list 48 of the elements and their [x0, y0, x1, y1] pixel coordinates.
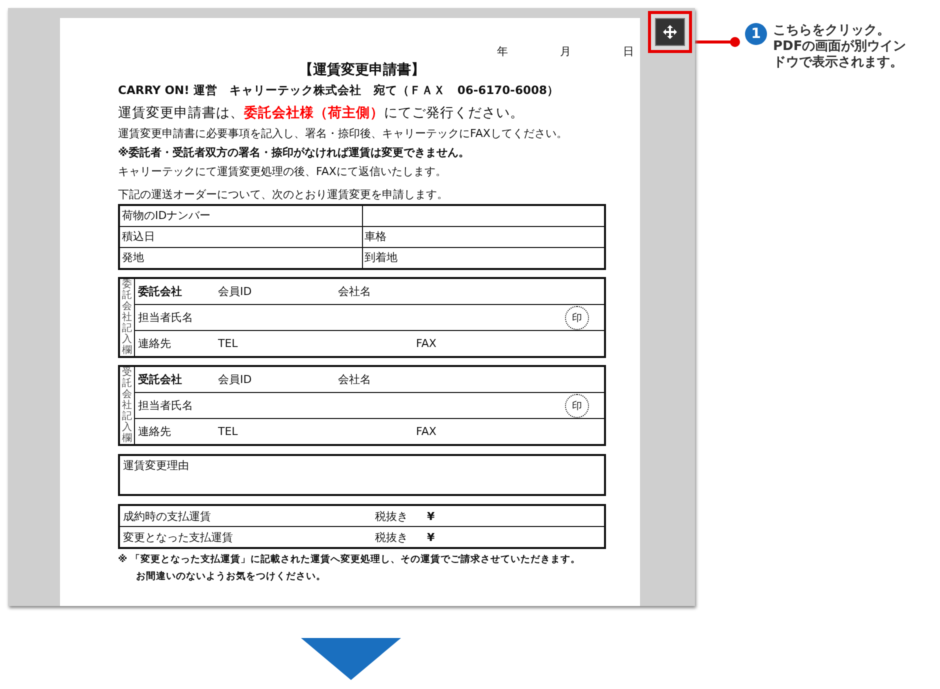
lead-sentence: 運賃変更申請書は、委託会社様（荷主側）にてご発行ください。 — [118, 104, 525, 122]
field-label: 成約時の支払運賃 — [123, 508, 212, 524]
intro-sentence: 下記の運送オーダーについて、次のとおり運賃変更を申請します。 — [118, 187, 449, 202]
field-label: 会員ID — [218, 372, 253, 387]
field-label: TEL — [218, 337, 239, 350]
date-label: 月 — [560, 44, 571, 59]
field-label: 会社名 — [338, 284, 371, 299]
field-label: 会員ID — [218, 284, 253, 299]
move-arrows-icon — [663, 25, 677, 39]
role-label: 受託会社 — [138, 372, 183, 387]
field-label: 税抜き — [375, 508, 409, 524]
field-label: 会社名 — [338, 372, 371, 387]
popout-button[interactable] — [655, 18, 685, 46]
addressee-line: CARRY ON! 運営 キャリーテック株式会社 宛て（ＦＡＸ 06-6170-6008） — [118, 83, 560, 98]
note-line: お間違いのないようお気をつけください。 — [135, 570, 327, 583]
instruction-line: ※委託者・受託者双方の署名・捺印がなければ運賃は変更できません。 — [118, 145, 471, 160]
table-cell-text: 荷物のIDナンバー — [121, 208, 212, 224]
field-label: TEL — [218, 425, 239, 438]
down-triangle-icon — [301, 638, 401, 680]
table-cell-text: 発地 — [121, 250, 145, 266]
field-label: 変更となった支払運賃 — [123, 530, 234, 544]
field-label: 担当者氏名 — [138, 310, 194, 325]
table-cell: 到着地 — [362, 248, 604, 268]
field-label: FAX — [416, 425, 436, 438]
role-label: 委託会社 — [138, 284, 183, 299]
note-line: ※ 「変更となった支払運賃」に記載された運賃へ変更処理し、その運賃でご請求させていただきます。 — [118, 553, 582, 566]
instruction-line: キャリーテックにて運賃変更処理の後、FAXにて返信いたします。 — [118, 164, 448, 179]
leader-line — [695, 37, 741, 47]
field-label: 担当者氏名 — [138, 398, 194, 413]
date-label: 年 — [497, 44, 508, 59]
side-label: 委託会社記入欄 — [120, 279, 135, 356]
currency-label: ¥ — [427, 530, 435, 544]
seal-mark: 印 — [565, 306, 589, 330]
currency-label: ¥ — [427, 510, 435, 522]
side-label: 受託会社記入欄 — [120, 367, 135, 444]
document-title: 【運賃変更申請書】 — [298, 61, 426, 79]
field-label: 運賃変更理由 — [123, 459, 189, 472]
field-label: 税抜き — [375, 530, 409, 544]
field-label: 連絡先 — [138, 424, 172, 439]
table-cell: 車格 — [362, 227, 604, 247]
step-number-badge: 1 — [745, 23, 767, 45]
field-label: FAX — [416, 337, 436, 350]
callout-text: こちらをクリック。PDFの画面が別ウインドウで表示されます。 — [773, 23, 908, 71]
field-label: 連絡先 — [138, 336, 172, 351]
table-cell-text: 積込日 — [121, 229, 156, 245]
seal-mark: 印 — [565, 394, 589, 418]
instruction-line: 運賃変更申請書に必要事項を記入し、署名・捺印後、キャリーテックにFAXしてください。 — [118, 126, 568, 141]
date-label: 日 — [623, 44, 634, 59]
